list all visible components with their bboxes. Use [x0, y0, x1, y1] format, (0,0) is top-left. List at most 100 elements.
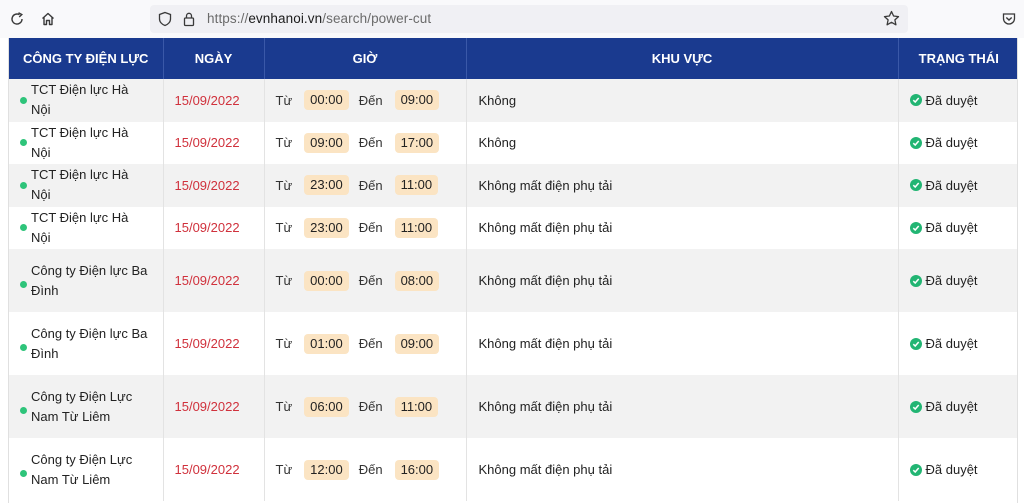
time-from: 12:00: [304, 459, 349, 480]
status-check-icon: [909, 400, 922, 413]
cell-area: Không: [466, 79, 899, 122]
star-icon[interactable]: [883, 10, 900, 32]
cell-date: 15/09/2022: [163, 249, 265, 312]
url-host: evnhanoi.vn: [248, 11, 323, 26]
header-status: TRẠNG THÁI: [898, 38, 1017, 79]
cell-time: Từ 23:00 Đến 11:00: [264, 206, 467, 249]
to-label: Đến: [358, 177, 383, 193]
cell-date: 15/09/2022: [163, 206, 265, 249]
from-label: Từ: [275, 135, 293, 151]
time-to: 09:00: [394, 90, 440, 111]
reload-icon[interactable]: [6, 8, 28, 30]
header-company: CÔNG TY ĐIỆN LỰC: [9, 38, 164, 79]
cell-company: TCT Điện lực Hà Nội: [9, 164, 164, 207]
status-text: Đã duyệt: [925, 177, 978, 193]
status-text: Đã duyệt: [925, 336, 978, 351]
time-from: 06:00: [304, 396, 349, 417]
time-to: 17:00: [394, 132, 440, 153]
company-dot-icon: [20, 470, 27, 477]
from-label: Từ: [275, 177, 293, 193]
to-label: Đến: [358, 462, 383, 477]
company-dot-icon: [20, 281, 27, 288]
time-to: 08:00: [394, 270, 440, 291]
shield-icon[interactable]: [157, 11, 173, 32]
to-label: Đến: [358, 135, 383, 151]
table-row: TCT Điện lực Hà Nội 15/09/2022 Từ 00:00 Đến 0…: [9, 79, 1017, 122]
cell-area: Không mất điện phụ tải: [466, 206, 899, 249]
power-cut-table-container: CÔNG TY ĐIỆN LỰC NGÀY GIỜ KHU VỰC TRẠNG …: [8, 38, 1018, 503]
table-row: Công ty Điện lực Ba Đình 15/09/2022 Từ 01:0…: [9, 312, 1017, 375]
from-label: Từ: [275, 462, 293, 477]
home-icon[interactable]: [37, 8, 59, 30]
cell-area: Không: [466, 121, 899, 164]
company-dot-icon: [20, 96, 27, 104]
company-dot-icon: [20, 139, 27, 147]
from-label: Từ: [275, 220, 293, 236]
cell-time: Từ 06:00 Đến 11:00: [264, 375, 467, 438]
table-row: Công ty Điện Lực Nam Từ Liêm 15/09/2022 Từ…: [9, 375, 1017, 438]
cell-company: Công ty Điện lực Ba Đình: [9, 312, 164, 375]
header-time: GIỜ: [264, 38, 467, 79]
to-label: Đến: [358, 336, 383, 351]
browser-toolbar: https://evnhanoi.vn/search/power-cut: [0, 0, 1024, 38]
table-row: Công ty Điện lực Ba Đình 15/09/2022 Từ 00:0…: [9, 249, 1017, 312]
status-text: Đã duyệt: [925, 92, 978, 108]
cell-area: Không mất điện phụ tải: [466, 375, 899, 438]
cell-status: Đã duyệt: [898, 249, 1017, 312]
time-from: 00:00: [304, 90, 349, 111]
cell-status: Đã duyệt: [898, 375, 1017, 438]
cell-time: Từ 23:00 Đến 11:00: [264, 164, 467, 207]
cell-status: Đã duyệt: [898, 312, 1017, 375]
status-text: Đã duyệt: [925, 273, 978, 288]
status-check-icon: [909, 179, 922, 192]
company-dot-icon: [20, 181, 27, 189]
to-label: Đến: [358, 92, 383, 108]
cell-company: Công ty Điện lực Ba Đình: [9, 249, 164, 312]
url-text[interactable]: https://evnhanoi.vn/search/power-cut: [207, 11, 431, 26]
from-label: Từ: [275, 399, 293, 414]
lock-icon[interactable]: [182, 11, 196, 32]
company-dot-icon: [20, 344, 27, 351]
time-to: 11:00: [394, 217, 439, 238]
cell-area: Không mất điện phụ tải: [466, 438, 899, 501]
status-text: Đã duyệt: [925, 399, 978, 414]
cell-time: Từ 01:00 Đến 09:00: [264, 312, 467, 375]
table-header-row: CÔNG TY ĐIỆN LỰC NGÀY GIỜ KHU VỰC TRẠNG …: [9, 38, 1017, 79]
time-from: 09:00: [304, 132, 349, 153]
url-path: /search/power-cut: [322, 11, 432, 26]
cell-date: 15/09/2022: [163, 164, 265, 207]
status-check-icon: [909, 337, 922, 350]
cell-status: Đã duyệt: [898, 164, 1017, 207]
company-name: TCT Điện lực Hà Nội: [31, 124, 129, 160]
url-bar[interactable]: https://evnhanoi.vn/search/power-cut: [150, 5, 908, 33]
to-label: Đến: [358, 273, 383, 288]
status-text: Đã duyệt: [925, 135, 978, 151]
cell-time: Từ 00:00 Đến 09:00: [264, 79, 467, 122]
to-label: Đến: [358, 220, 383, 236]
cell-area: Không mất điện phụ tải: [466, 312, 899, 375]
company-name: Công ty Điện Lực Nam Từ Liêm: [31, 451, 133, 487]
power-cut-table: CÔNG TY ĐIỆN LỰC NGÀY GIỜ KHU VỰC TRẠNG …: [9, 38, 1017, 501]
table-row: TCT Điện lực Hà Nội 15/09/2022 Từ 23:00 Đến 1…: [9, 164, 1017, 207]
status-check-icon: [909, 463, 922, 476]
status-text: Đã duyệt: [925, 220, 978, 236]
table-row: Công ty Điện Lực Nam Từ Liêm 15/09/2022 Từ…: [9, 438, 1017, 501]
cell-date: 15/09/2022: [163, 438, 265, 501]
time-from: 23:00: [304, 175, 349, 196]
time-to: 11:00: [394, 396, 439, 417]
company-dot-icon: [20, 224, 27, 232]
time-from: 23:00: [304, 217, 349, 238]
company-name: Công ty Điện lực Ba Đình: [31, 262, 148, 298]
status-check-icon: [909, 221, 922, 234]
pocket-icon[interactable]: [998, 8, 1020, 30]
company-name: TCT Điện lực Hà Nội: [31, 82, 129, 118]
header-area: KHU VỰC: [466, 38, 899, 79]
header-date: NGÀY: [163, 38, 265, 79]
cell-area: Không mất điện phụ tải: [466, 164, 899, 207]
status-check-icon: [909, 274, 922, 287]
cell-status: Đã duyệt: [898, 121, 1017, 164]
time-to: 16:00: [394, 459, 440, 480]
cell-date: 15/09/2022: [163, 312, 265, 375]
company-name: Công ty Điện Lực Nam Từ Liêm: [31, 388, 133, 424]
table-row: TCT Điện lực Hà Nội 15/09/2022 Từ 23:00 Đến 1…: [9, 206, 1017, 249]
